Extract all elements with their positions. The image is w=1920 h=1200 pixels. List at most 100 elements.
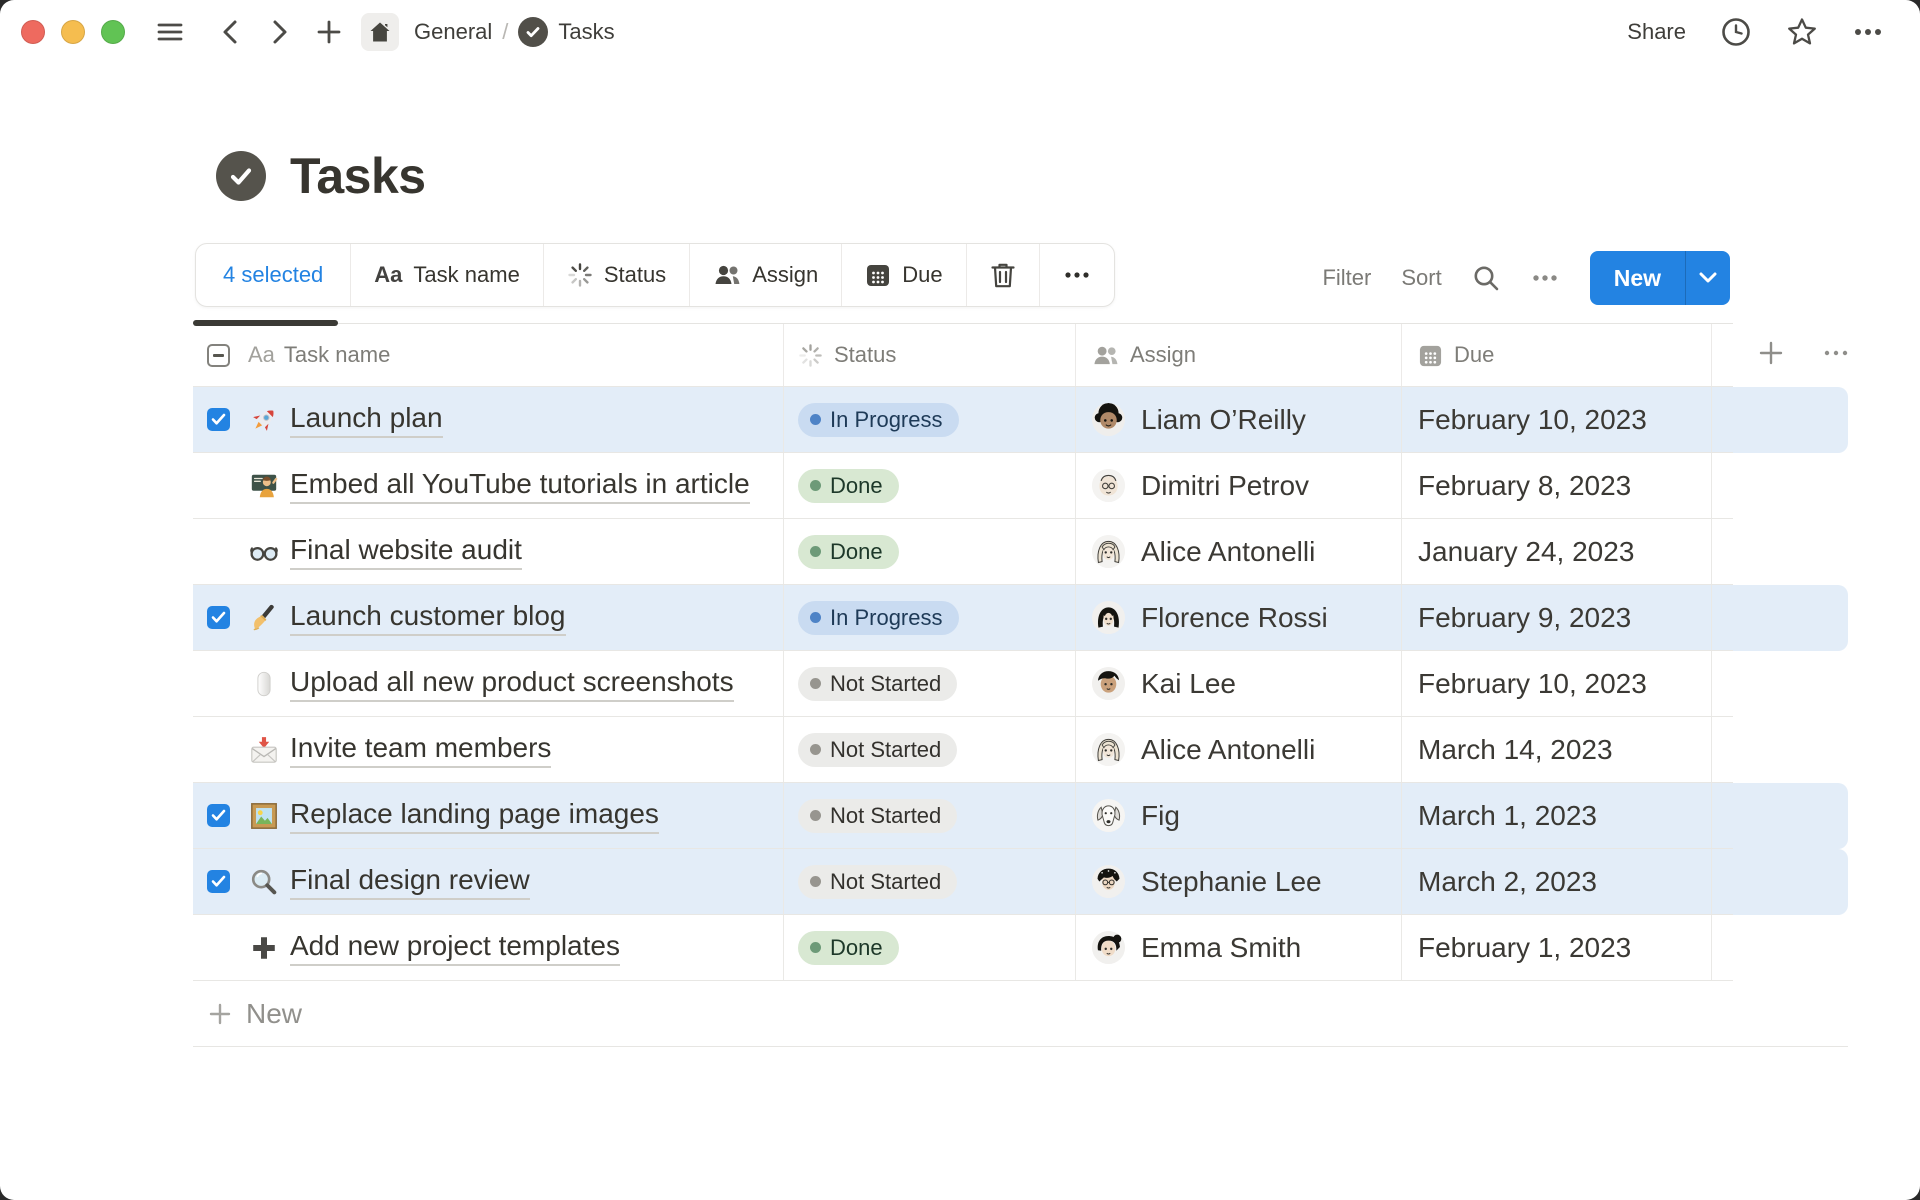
row-checkbox[interactable] xyxy=(207,870,230,893)
assign-cell[interactable]: Florence Rossi xyxy=(1075,585,1401,650)
row-checkbox[interactable] xyxy=(207,408,230,431)
task-title-link[interactable]: Replace landing page images xyxy=(290,797,659,835)
home-icon[interactable] xyxy=(361,13,399,51)
rocket-emoji-icon xyxy=(249,405,279,435)
assign-cell[interactable]: Kai Lee xyxy=(1075,651,1401,716)
assign-cell[interactable]: Alice Antonelli xyxy=(1075,519,1401,584)
row-checkbox[interactable] xyxy=(207,606,230,629)
favorite-star-icon[interactable] xyxy=(1786,16,1818,48)
assign-cell[interactable]: Fig xyxy=(1075,783,1401,848)
zoom-window-button[interactable] xyxy=(101,20,125,44)
status-pill: Not Started xyxy=(798,667,957,701)
table-row: Final website audit Done Alice Antonelli… xyxy=(193,519,1848,585)
close-window-button[interactable] xyxy=(21,20,45,44)
filter-button[interactable]: Filter xyxy=(1322,265,1371,291)
task-name-column-header[interactable]: Aa Task name xyxy=(248,342,390,368)
status-cell[interactable]: Not Started xyxy=(783,651,1075,716)
row-checkbox[interactable] xyxy=(207,738,230,761)
row-checkbox[interactable] xyxy=(207,672,230,695)
task-title-link[interactable]: Invite team members xyxy=(290,731,551,769)
row-gap-cell xyxy=(1711,387,1733,452)
table-options-icon[interactable] xyxy=(1823,340,1849,372)
task-cell: Final website audit xyxy=(193,519,783,584)
row-gap-cell xyxy=(1711,717,1733,782)
breadcrumb-root[interactable]: General xyxy=(414,19,492,45)
property-task-name-button[interactable]: Aa Task name xyxy=(351,244,544,306)
selected-count-button[interactable]: 4 selected xyxy=(196,244,351,306)
share-button[interactable]: Share xyxy=(1627,19,1686,45)
due-column-header[interactable]: Due xyxy=(1401,324,1711,386)
table-row: Upload all new product screenshots Not S… xyxy=(193,651,1848,717)
due-cell[interactable]: February 9, 2023 xyxy=(1401,585,1711,650)
status-cell[interactable]: Done xyxy=(783,519,1075,584)
row-gap-cell xyxy=(1711,915,1733,980)
status-cell[interactable]: In Progress xyxy=(783,387,1075,452)
status-pill: Done xyxy=(798,931,899,965)
due-cell[interactable]: January 24, 2023 xyxy=(1401,519,1711,584)
new-row-button[interactable]: New xyxy=(193,981,1848,1047)
status-pill: Not Started xyxy=(798,799,957,833)
breadcrumb-current[interactable]: Tasks xyxy=(518,17,614,47)
delete-selected-button[interactable] xyxy=(967,244,1040,306)
active-view-underline xyxy=(193,320,338,326)
due-cell[interactable]: March 2, 2023 xyxy=(1401,849,1711,914)
assign-column-header[interactable]: Assign xyxy=(1075,324,1401,386)
property-assign-button[interactable]: Assign xyxy=(690,244,842,306)
assign-cell[interactable]: Stephanie Lee xyxy=(1075,849,1401,914)
status-cell[interactable]: Done xyxy=(783,915,1075,980)
assign-cell[interactable]: Dimitri Petrov xyxy=(1075,453,1401,518)
task-cell: Upload all new product screenshots xyxy=(193,651,783,716)
add-column-icon[interactable] xyxy=(1757,339,1785,373)
status-pill: In Progress xyxy=(798,601,959,635)
more-options-icon[interactable] xyxy=(1852,16,1884,48)
due-cell[interactable]: February 10, 2023 xyxy=(1401,387,1711,452)
task-title-link[interactable]: Upload all new product screenshots xyxy=(290,665,734,703)
dimitri-avatar xyxy=(1092,469,1125,502)
minimize-window-button[interactable] xyxy=(61,20,85,44)
new-tab-icon[interactable] xyxy=(315,18,343,46)
task-title-link[interactable]: Launch plan xyxy=(290,401,443,439)
task-title-link[interactable]: Launch customer blog xyxy=(290,599,566,637)
table-row: Replace landing page images Not Started … xyxy=(193,783,1848,849)
status-cell[interactable]: Done xyxy=(783,453,1075,518)
new-button[interactable]: New xyxy=(1590,251,1685,305)
task-cell: Add new project templates xyxy=(193,915,783,980)
search-icon[interactable] xyxy=(1472,264,1500,292)
status-cell[interactable]: In Progress xyxy=(783,585,1075,650)
status-cell[interactable]: Not Started xyxy=(783,783,1075,848)
due-cell[interactable]: February 10, 2023 xyxy=(1401,651,1711,716)
row-checkbox[interactable] xyxy=(207,804,230,827)
row-checkbox[interactable] xyxy=(207,936,230,959)
status-cell[interactable]: Not Started xyxy=(783,849,1075,914)
assign-cell[interactable]: Alice Antonelli xyxy=(1075,717,1401,782)
property-status-button[interactable]: Status xyxy=(544,244,690,306)
sidebar-menu-icon[interactable] xyxy=(155,17,185,47)
history-clock-icon[interactable] xyxy=(1720,16,1752,48)
select-all-checkbox[interactable] xyxy=(207,344,230,367)
task-title-link[interactable]: Final website audit xyxy=(290,533,522,571)
task-title-link[interactable]: Final design review xyxy=(290,863,530,901)
status-column-header[interactable]: Status xyxy=(783,324,1075,386)
due-cell[interactable]: February 8, 2023 xyxy=(1401,453,1711,518)
page-check-icon[interactable] xyxy=(216,151,266,201)
more-actions-button[interactable] xyxy=(1040,244,1114,306)
task-title-link[interactable]: Add new project templates xyxy=(290,929,620,967)
new-dropdown-chevron-icon[interactable] xyxy=(1686,251,1730,305)
due-date: March 1, 2023 xyxy=(1418,800,1597,832)
due-cell[interactable]: March 1, 2023 xyxy=(1401,783,1711,848)
view-options-icon[interactable] xyxy=(1530,264,1560,292)
row-checkbox[interactable] xyxy=(207,540,230,563)
forward-icon[interactable] xyxy=(267,17,293,47)
due-cell[interactable]: March 14, 2023 xyxy=(1401,717,1711,782)
back-icon[interactable] xyxy=(217,17,243,47)
task-title-link[interactable]: Embed all YouTube tutorials in article xyxy=(290,467,750,505)
row-checkbox[interactable] xyxy=(207,474,230,497)
assign-cell[interactable]: Emma Smith xyxy=(1075,915,1401,980)
assignee-name: Dimitri Petrov xyxy=(1141,470,1309,502)
property-due-button[interactable]: Due xyxy=(842,244,966,306)
task-cell: Invite team members xyxy=(193,717,783,782)
due-cell[interactable]: February 1, 2023 xyxy=(1401,915,1711,980)
status-cell[interactable]: Not Started xyxy=(783,717,1075,782)
assign-cell[interactable]: Liam O’Reilly xyxy=(1075,387,1401,452)
sort-button[interactable]: Sort xyxy=(1401,265,1441,291)
